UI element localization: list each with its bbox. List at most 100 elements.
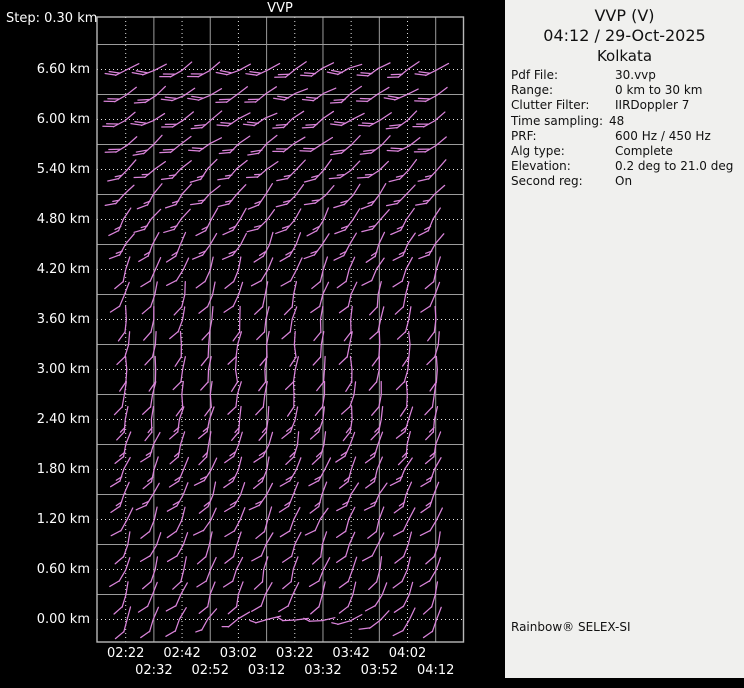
parameter-row: PRF: 600 Hz / 450 Hz	[505, 129, 744, 144]
wind-barb	[418, 207, 441, 237]
wind-barb	[394, 281, 410, 315]
wind-barb	[330, 112, 365, 127]
wind-barb	[365, 231, 386, 263]
wind-barb	[385, 184, 416, 207]
vvp-application-window: VVP Step: 0.30 km 6.60 km 6.00 km 5.40 km 4…	[0, 0, 744, 688]
wind-barb	[397, 431, 411, 466]
wind-barb	[415, 184, 446, 206]
wind-barb	[309, 406, 325, 440]
wind-barb	[227, 331, 243, 365]
parameter-label: Range:	[511, 83, 554, 98]
wind-barb	[424, 381, 437, 416]
parameter-label: Second reg:	[511, 174, 583, 189]
wind-barb	[275, 208, 302, 235]
wind-barb	[200, 355, 212, 391]
wind-barb	[392, 232, 416, 261]
wind-barb	[190, 184, 221, 206]
wind-barb	[259, 330, 270, 367]
wind-barb	[390, 207, 415, 236]
wind-barb	[311, 256, 329, 290]
wind-barb	[174, 330, 183, 367]
parameter-value: On	[615, 174, 633, 189]
wind-barb	[224, 507, 246, 538]
wind-barb	[102, 111, 136, 128]
wind-barb	[222, 207, 247, 236]
x-axis-tick-label: 03:22	[276, 646, 314, 661]
wind-barb	[193, 457, 218, 486]
wind-barb	[242, 112, 278, 127]
y-axis-tick-label: 6.00 km	[36, 111, 90, 127]
wind-barb	[198, 406, 215, 440]
y-axis-tick-label: 3.60 km	[36, 311, 90, 327]
wind-barb	[308, 557, 331, 588]
wind-barb	[232, 305, 241, 342]
wind-barb	[424, 256, 441, 290]
wind-barb	[418, 233, 445, 260]
y-axis-tick-label: 6.60 km	[36, 61, 90, 77]
wind-barb	[282, 556, 299, 590]
wind-barb	[426, 331, 440, 366]
wind-barb	[338, 456, 357, 489]
wind-barb	[360, 183, 387, 210]
wind-barb	[163, 208, 191, 234]
wind-barb	[303, 158, 333, 183]
wind-barb	[164, 183, 192, 209]
wind-barb	[116, 331, 131, 366]
wind-barb	[255, 506, 273, 540]
wind-barb	[256, 306, 270, 341]
x-axis-tick-label: 02:22	[106, 646, 145, 661]
wind-barb	[251, 532, 274, 562]
wind-barb	[316, 355, 326, 392]
wind-barb	[338, 556, 358, 589]
wind-barb	[399, 380, 408, 417]
wind-barb	[336, 506, 356, 539]
wind-barb	[253, 556, 269, 590]
wind-barb	[417, 159, 447, 182]
wind-barb	[367, 506, 385, 539]
parameter-label: Elevation:	[511, 159, 571, 174]
wind-barb	[333, 183, 361, 209]
wind-barb	[221, 232, 247, 260]
wind-barb	[198, 581, 216, 614]
wind-barb	[108, 207, 132, 237]
x-axis-tick-label: 02:42	[163, 646, 201, 661]
parameter-value: 48	[609, 113, 625, 128]
wind-barb	[333, 232, 357, 261]
x-axis-tick-label: 04:02	[388, 646, 427, 661]
wind-barb	[392, 607, 416, 637]
wind-barb	[357, 112, 392, 127]
wind-barb	[334, 208, 361, 235]
wind-barb	[420, 281, 441, 313]
wind-barb	[393, 581, 414, 613]
wind-barb	[335, 431, 356, 463]
wind-barb	[356, 160, 389, 179]
wind-barb	[217, 159, 248, 181]
wind-barb	[275, 183, 305, 208]
wind-barb	[329, 134, 361, 156]
parameter-value: 600 Hz / 450 Hz	[615, 128, 711, 143]
x-axis-tick-label: 03:12	[247, 663, 286, 678]
wind-barb	[312, 531, 328, 565]
wind-barb	[303, 233, 330, 260]
wind-barb	[393, 481, 413, 514]
y-axis-tick-label: 4.20 km	[36, 261, 90, 277]
y-axis-tick-label: 0.60 km	[36, 561, 90, 577]
wind-barb	[304, 507, 329, 536]
wind-barb	[141, 281, 158, 315]
parameter-value: 0.2 deg to 21.0 deg	[615, 159, 734, 174]
wind-barb	[169, 406, 185, 440]
wind-barb	[365, 456, 383, 489]
parameter-label: PRF:	[511, 128, 537, 143]
wind-barb	[278, 481, 299, 513]
wind-barb	[231, 355, 239, 392]
wind-barb	[388, 159, 418, 183]
wind-barb	[311, 431, 327, 465]
wind-barb	[117, 305, 127, 342]
wind-barb	[280, 257, 303, 287]
wind-barb	[336, 256, 356, 289]
wind-barb	[116, 406, 129, 441]
wind-barb	[387, 61, 420, 78]
wind-barb	[141, 556, 159, 590]
y-axis-tick-label: 0.00 km	[36, 611, 90, 627]
wind-barb	[338, 281, 358, 314]
